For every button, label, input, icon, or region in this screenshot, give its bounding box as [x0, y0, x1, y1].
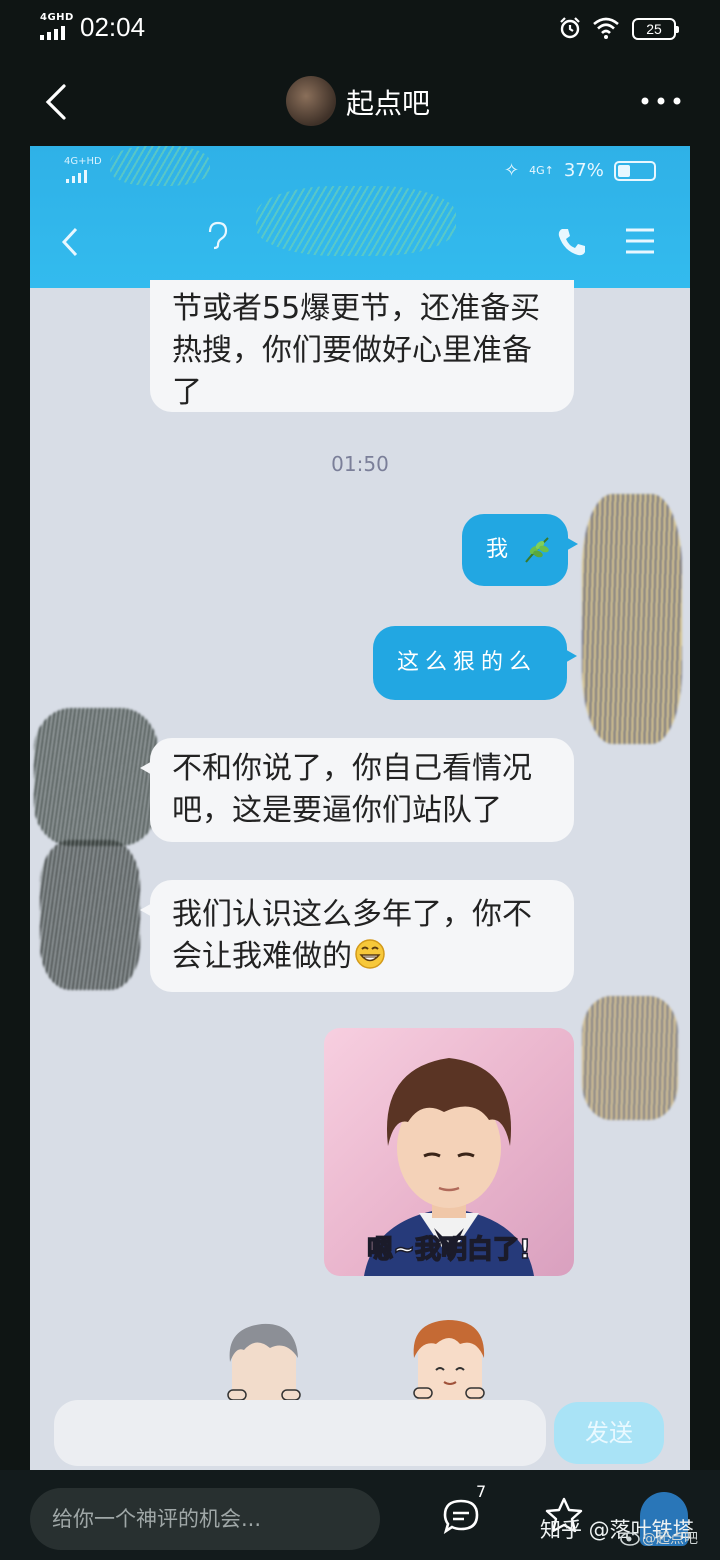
- alarm-icon: [560, 17, 580, 39]
- message-bubble-sent: 我: [462, 514, 578, 586]
- inner-message-input: [54, 1400, 546, 1466]
- sticker-image[interactable]: 嗯~我明白了!: [324, 1028, 574, 1276]
- comment-count: 7: [476, 1482, 487, 1501]
- comment-icon[interactable]: [442, 1498, 480, 1534]
- inner-chat-header: 4G+HD ✧ 4G↑ 37%: [30, 146, 690, 288]
- inner-status-right: ✧ 4G↑ 37%: [504, 160, 656, 181]
- redacted-avatar: [582, 996, 678, 1120]
- battery-indicator: 25: [632, 18, 679, 40]
- phone-icon: [558, 229, 585, 256]
- redacted-avatar: [40, 840, 140, 990]
- message-text: 我: [486, 537, 509, 562]
- cartoon-character-gray-icon: [227, 1323, 301, 1402]
- message-bubble-sent: 这么狠的么: [373, 626, 577, 700]
- message-bubble-received: 我们认识这么多年了，你不会让我难做的: [140, 880, 574, 992]
- menu-icon: [626, 228, 654, 254]
- inner-back-icon: [61, 227, 78, 257]
- signal-icon: [40, 26, 65, 40]
- redacted-avatar: [34, 708, 158, 846]
- comment-bar: 给你一个神评的机会... 7 知乎 @落叶铁塔 @起点吧: [0, 1470, 720, 1560]
- chat-screenshot-image[interactable]: 4G+HD ✧ 4G↑ 37% 节或者55爆更节，还准备买热搜，你们要做好心里准…: [30, 146, 690, 1470]
- inner-battery-percent: 37%: [563, 160, 604, 181]
- weibo-icon: [620, 1532, 640, 1546]
- message-timestamp: 01:50: [331, 452, 389, 476]
- message-text: 我们认识这么多年了，你不会让我难做的: [172, 897, 532, 974]
- inner-mute-icon: ✧: [504, 160, 520, 181]
- sticker-caption: 嗯~我明白了!: [366, 1234, 531, 1266]
- earpiece-icon: [208, 221, 228, 250]
- message-bubble-received: 节或者55爆更节，还准备买热搜，你们要做好心里准备了: [150, 280, 574, 412]
- redacted-avatar: [582, 494, 682, 744]
- inner-send-button: 发送: [554, 1402, 664, 1464]
- group-avatar[interactable]: [286, 76, 336, 126]
- wifi-icon: [593, 17, 619, 39]
- signal-indicator: 4GHD: [40, 12, 74, 42]
- top-nav: 起点吧: [0, 58, 720, 146]
- scribble-mark: [110, 146, 210, 186]
- network-type: 4GHD: [40, 12, 74, 23]
- cartoon-character-brown-icon: [413, 1320, 485, 1400]
- leaf-emoji-icon: [525, 537, 549, 563]
- grin-emoji-icon: [355, 939, 385, 969]
- inner-signal-icon: [66, 170, 87, 183]
- inner-battery-icon: [613, 160, 656, 181]
- inner-network-type-2: 4G↑: [529, 164, 554, 177]
- status-time: 02:04: [80, 12, 146, 42]
- page-title: 起点吧: [346, 87, 431, 120]
- status-bar: 4GHD 02:04 25: [0, 0, 720, 58]
- scribble-mark: [256, 186, 456, 256]
- comment-input[interactable]: 给你一个神评的机会...: [30, 1488, 380, 1550]
- inner-network-type: 4G+HD: [64, 156, 102, 167]
- back-arrow-icon[interactable]: [40, 82, 72, 122]
- watermark-text-secondary: @起点吧: [642, 1531, 698, 1547]
- message-bubble-received: 不和你说了，你自己看情况吧，这是要逼你们站队了: [140, 738, 574, 842]
- more-icon[interactable]: [640, 96, 682, 106]
